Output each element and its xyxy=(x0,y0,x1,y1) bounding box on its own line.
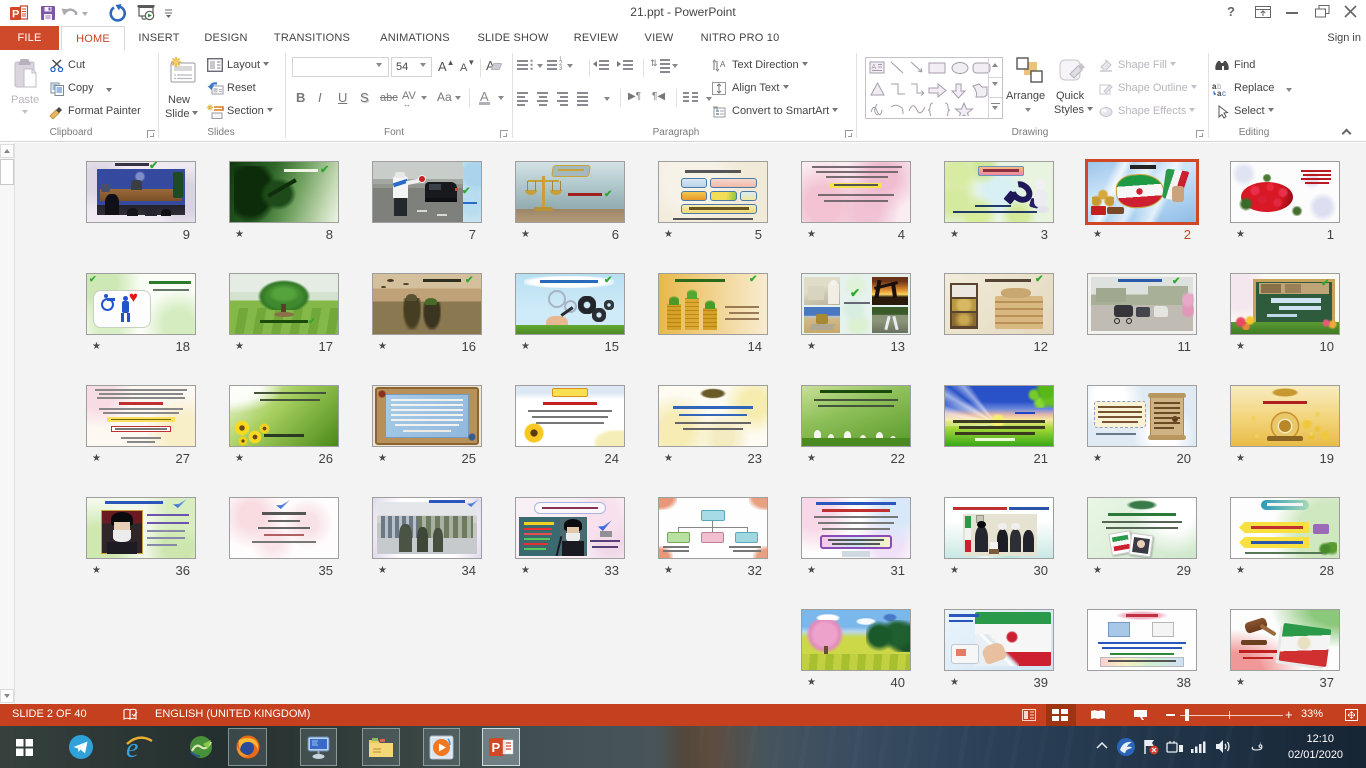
svg-text:A: A xyxy=(872,64,877,71)
svg-text:P: P xyxy=(492,740,501,755)
svg-text:A: A xyxy=(720,60,726,69)
svg-text:c: c xyxy=(1222,89,1226,96)
svg-text:P: P xyxy=(12,9,19,21)
